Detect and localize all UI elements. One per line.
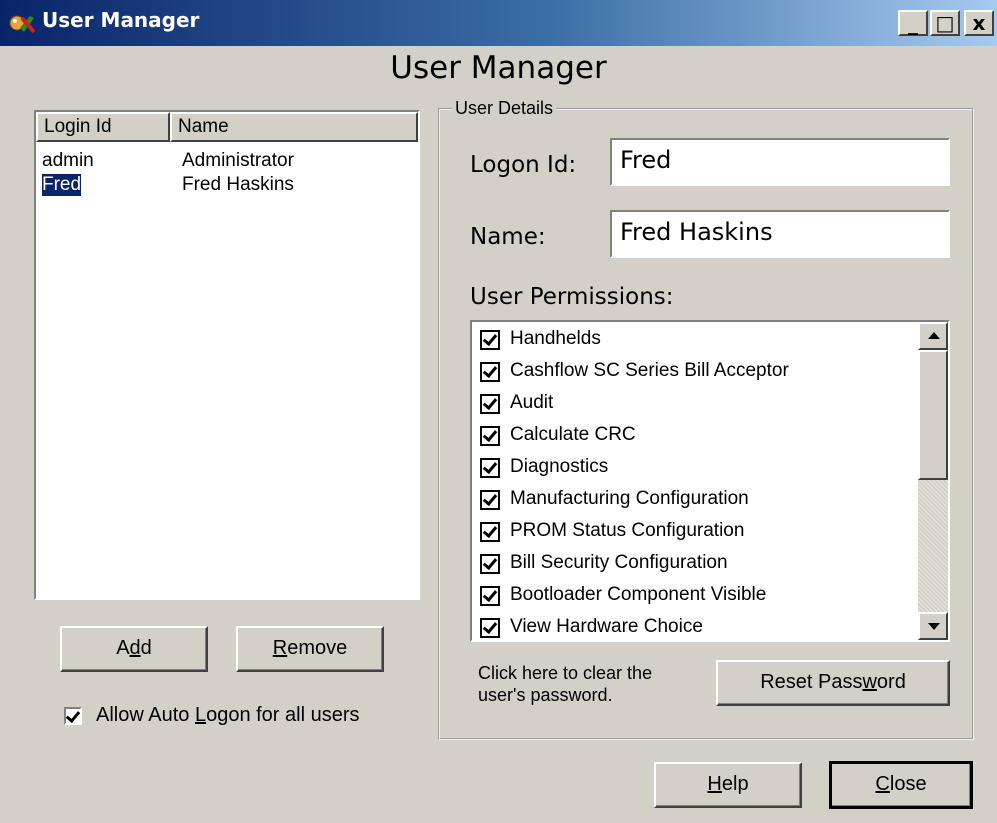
permission-label: Calculate CRC [510,424,636,445]
close-mnemonic: C [875,773,890,795]
add-label-post: d [140,637,152,659]
name-label: Name: [470,224,546,250]
permission-checkbox[interactable] [480,394,500,414]
close-window-button[interactable]: x [964,10,994,36]
reset-label-post: ord [876,671,906,693]
scroll-thumb[interactable] [918,350,948,480]
permission-checkbox[interactable] [480,490,500,510]
permission-checkbox[interactable] [480,330,500,350]
permissions-scrollbar[interactable] [918,322,948,640]
permission-checkbox[interactable] [480,554,500,574]
permission-label: Audit [510,392,554,413]
permission-label: Cashflow SC Series Bill Acceptor [510,360,789,381]
add-label-pre: A [116,637,130,659]
help-mnemonic: H [707,773,722,795]
permission-label: View Hardware Choice [510,616,703,637]
list-item[interactable]: admin Administrator [36,150,416,174]
permission-label: Bootloader Component Visible [510,584,767,605]
login-id-cell: admin [42,150,94,171]
permission-label: PROM Status Configuration [510,520,745,541]
auto-logon-label[interactable]: Allow Auto Logon for all users [96,704,360,727]
maximize-button[interactable]: □ [930,10,960,36]
remove-mnemonic: R [272,637,288,659]
user-manager-window: User Manager _ □ x User Manager Login Id… [0,0,997,823]
permission-checkbox[interactable] [480,522,500,542]
help-label-post: elp [721,773,749,795]
permissions-list[interactable]: Handhelds Cashflow SC Series Bill Accept… [470,320,950,642]
auto-logon-label-post: ogon for all users [206,704,360,726]
window-title: User Manager [42,8,200,32]
add-mnemonic: d [129,637,141,659]
permission-label: Manufacturing Configuration [510,488,749,509]
column-header-login-id[interactable]: Login Id [36,112,170,142]
arrow-up-icon [928,332,940,339]
add-button[interactable]: Add [60,626,208,672]
name-cell: Fred Haskins [182,174,294,195]
list-item[interactable]: Fred Fred Haskins [36,173,416,198]
user-list[interactable]: Login Id Name admin Administrator Fred F… [34,110,420,600]
name-field[interactable]: Fred Haskins [610,210,950,258]
auto-logon-mnemonic: L [194,704,207,726]
minimize-button[interactable]: _ [898,10,928,36]
name-cell: Administrator [182,150,294,171]
reset-label-pre: Reset Pass [760,671,863,693]
reset-password-hint: Click here to clear the user's password. [478,663,653,705]
permission-label: Bill Security Configuration [510,552,728,573]
scroll-up-button[interactable] [918,322,948,350]
permission-label: Handhelds [510,328,601,349]
auto-logon-label-pre: Allow Auto [96,704,195,726]
user-permissions-label: User Permissions: [470,284,674,310]
help-button[interactable]: Help [654,762,802,808]
remove-button[interactable]: Remove [236,626,384,672]
permission-checkbox[interactable] [480,458,500,478]
reset-mnemonic: w [862,671,877,693]
user-details-legend: User Details [452,98,557,119]
arrow-down-icon [928,623,940,630]
scroll-down-button[interactable] [918,612,948,640]
logon-id-field[interactable]: Fred [610,138,950,186]
column-header-name[interactable]: Name [170,112,418,142]
permission-checkbox[interactable] [480,586,500,606]
reset-password-button[interactable]: Reset Password [716,660,950,706]
logon-id-label: Logon Id: [470,152,577,178]
user-manager-app-icon [9,15,36,34]
permission-checkbox[interactable] [480,618,500,638]
remove-label-post: emove [287,637,348,659]
permission-checkbox[interactable] [480,426,500,446]
page-title: User Manager [390,50,607,86]
close-button[interactable]: Close [829,761,973,809]
permission-label: Diagnostics [510,456,609,477]
close-label-post: lose [889,773,927,795]
permission-checkbox[interactable] [480,362,500,382]
title-bar[interactable]: User Manager _ □ x [0,0,997,46]
auto-logon-checkbox[interactable] [64,707,82,725]
login-id-cell: Fred [40,173,83,197]
